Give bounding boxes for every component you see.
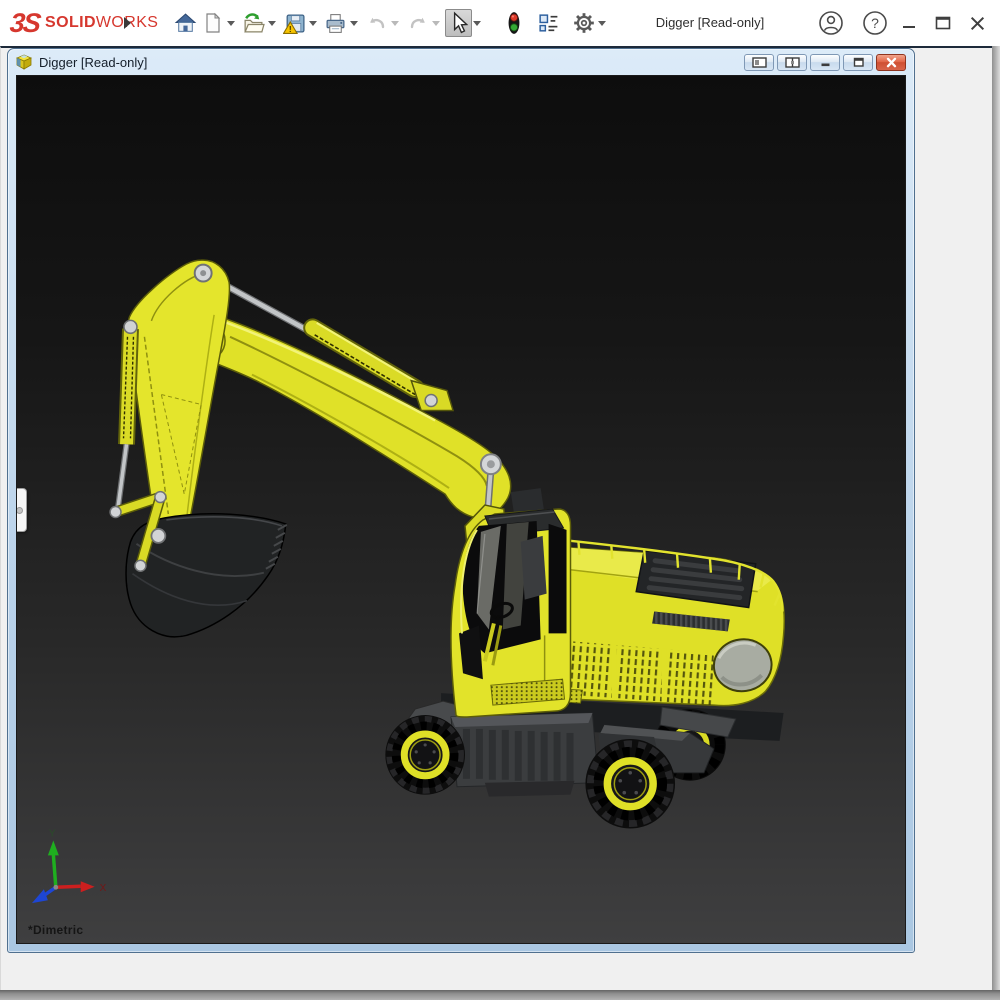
- print-dropdown-caret[interactable]: [350, 21, 358, 26]
- minimize-icon: [901, 15, 917, 31]
- redo-dropdown-caret[interactable]: [432, 21, 440, 26]
- window-bottom-edge: [0, 990, 1000, 1000]
- display-pane-button[interactable]: [535, 9, 562, 37]
- app-titlebar: 3S SOLID WORKS: [0, 0, 1000, 46]
- close-button[interactable]: [960, 6, 994, 40]
- reference-triad: X Y: [32, 828, 107, 903]
- solidworks-app: { "app": { "logo": { "mark": "3S", "name…: [0, 0, 1000, 1000]
- close-icon: [969, 15, 986, 32]
- help-icon: ?: [862, 10, 888, 36]
- scene-svg: X Y: [17, 76, 905, 943]
- document-minimize-icon: [818, 57, 833, 68]
- maximize-button[interactable]: [926, 6, 960, 40]
- user-account-icon: [818, 10, 844, 36]
- select-cursor-button[interactable]: [445, 9, 472, 37]
- minimize-button[interactable]: [892, 6, 926, 40]
- app-window-controls: ?: [814, 0, 994, 46]
- excavator-cab[interactable]: [451, 509, 571, 717]
- split-pane-right-button[interactable]: [777, 54, 807, 71]
- undo-dropdown-caret[interactable]: [391, 21, 399, 26]
- redo-button[interactable]: [404, 9, 431, 37]
- home-icon: [174, 12, 197, 35]
- document-window-controls: [744, 54, 906, 71]
- graphics-viewport[interactable]: X Y *Dimetric: [16, 75, 906, 944]
- featuremanager-tab-grip-icon: [16, 507, 23, 514]
- traffic-light-icon: [504, 10, 524, 36]
- logo-solid: SOLID: [45, 14, 96, 32]
- document-window: Digger [Read-only]: [7, 48, 915, 953]
- document-close-icon: [885, 57, 898, 68]
- document-titlebar[interactable]: Digger [Read-only]: [8, 49, 914, 75]
- select-cursor-icon: [448, 11, 470, 35]
- help-button[interactable]: ?: [858, 6, 892, 40]
- save-button[interactable]: !: [281, 9, 308, 37]
- quick-access-toolbar: !: [172, 8, 611, 38]
- display-pane-list-icon: [537, 12, 560, 35]
- toolbar-flyout-chevron-icon[interactable]: [124, 17, 131, 29]
- home-button[interactable]: [172, 9, 199, 37]
- maximize-icon: [934, 14, 952, 32]
- wheel-rear-left[interactable]: [585, 739, 675, 829]
- account-button[interactable]: [814, 6, 848, 40]
- view-orientation-label: *Dimetric: [28, 923, 83, 937]
- svg-text:!: !: [289, 23, 292, 33]
- triad-y-label: Y: [49, 828, 56, 839]
- undo-button[interactable]: [363, 9, 390, 37]
- open-icon: [242, 12, 265, 35]
- document-minimize-button[interactable]: [810, 54, 840, 71]
- document-restore-button[interactable]: [843, 54, 873, 71]
- open-dropdown-caret[interactable]: [268, 21, 276, 26]
- new-document-icon: [202, 12, 224, 34]
- split-pane-left-icon: [752, 57, 767, 68]
- featuremanager-collapsed-tab[interactable]: [16, 488, 27, 532]
- assembly-cube-icon: [16, 54, 33, 70]
- split-pane-right-icon: [785, 57, 800, 68]
- undo-icon: [366, 12, 388, 34]
- document-close-button[interactable]: [876, 54, 906, 71]
- window-right-edge: [992, 46, 1000, 990]
- new-document-dropdown-caret[interactable]: [227, 21, 235, 26]
- split-pane-left-button[interactable]: [744, 54, 774, 71]
- open-button[interactable]: [240, 9, 267, 37]
- select-cursor-dropdown-caret[interactable]: [473, 21, 481, 26]
- new-document-button[interactable]: [199, 9, 226, 37]
- document-restore-icon: [851, 57, 866, 68]
- redo-icon: [407, 12, 429, 34]
- traffic-light-button[interactable]: [500, 9, 527, 37]
- document-title: Digger [Read-only]: [39, 55, 147, 70]
- solidworks-logo: 3S SOLID WORKS: [10, 7, 158, 39]
- logo-3s-mark: 3S: [8, 8, 40, 39]
- wheel-front-left[interactable]: [385, 715, 465, 795]
- print-button[interactable]: [322, 9, 349, 37]
- svg-text:?: ?: [871, 15, 879, 31]
- save-icon: !: [283, 12, 306, 35]
- print-icon: [324, 12, 347, 35]
- triad-x-label: X: [100, 883, 107, 894]
- save-dropdown-caret[interactable]: [309, 21, 317, 26]
